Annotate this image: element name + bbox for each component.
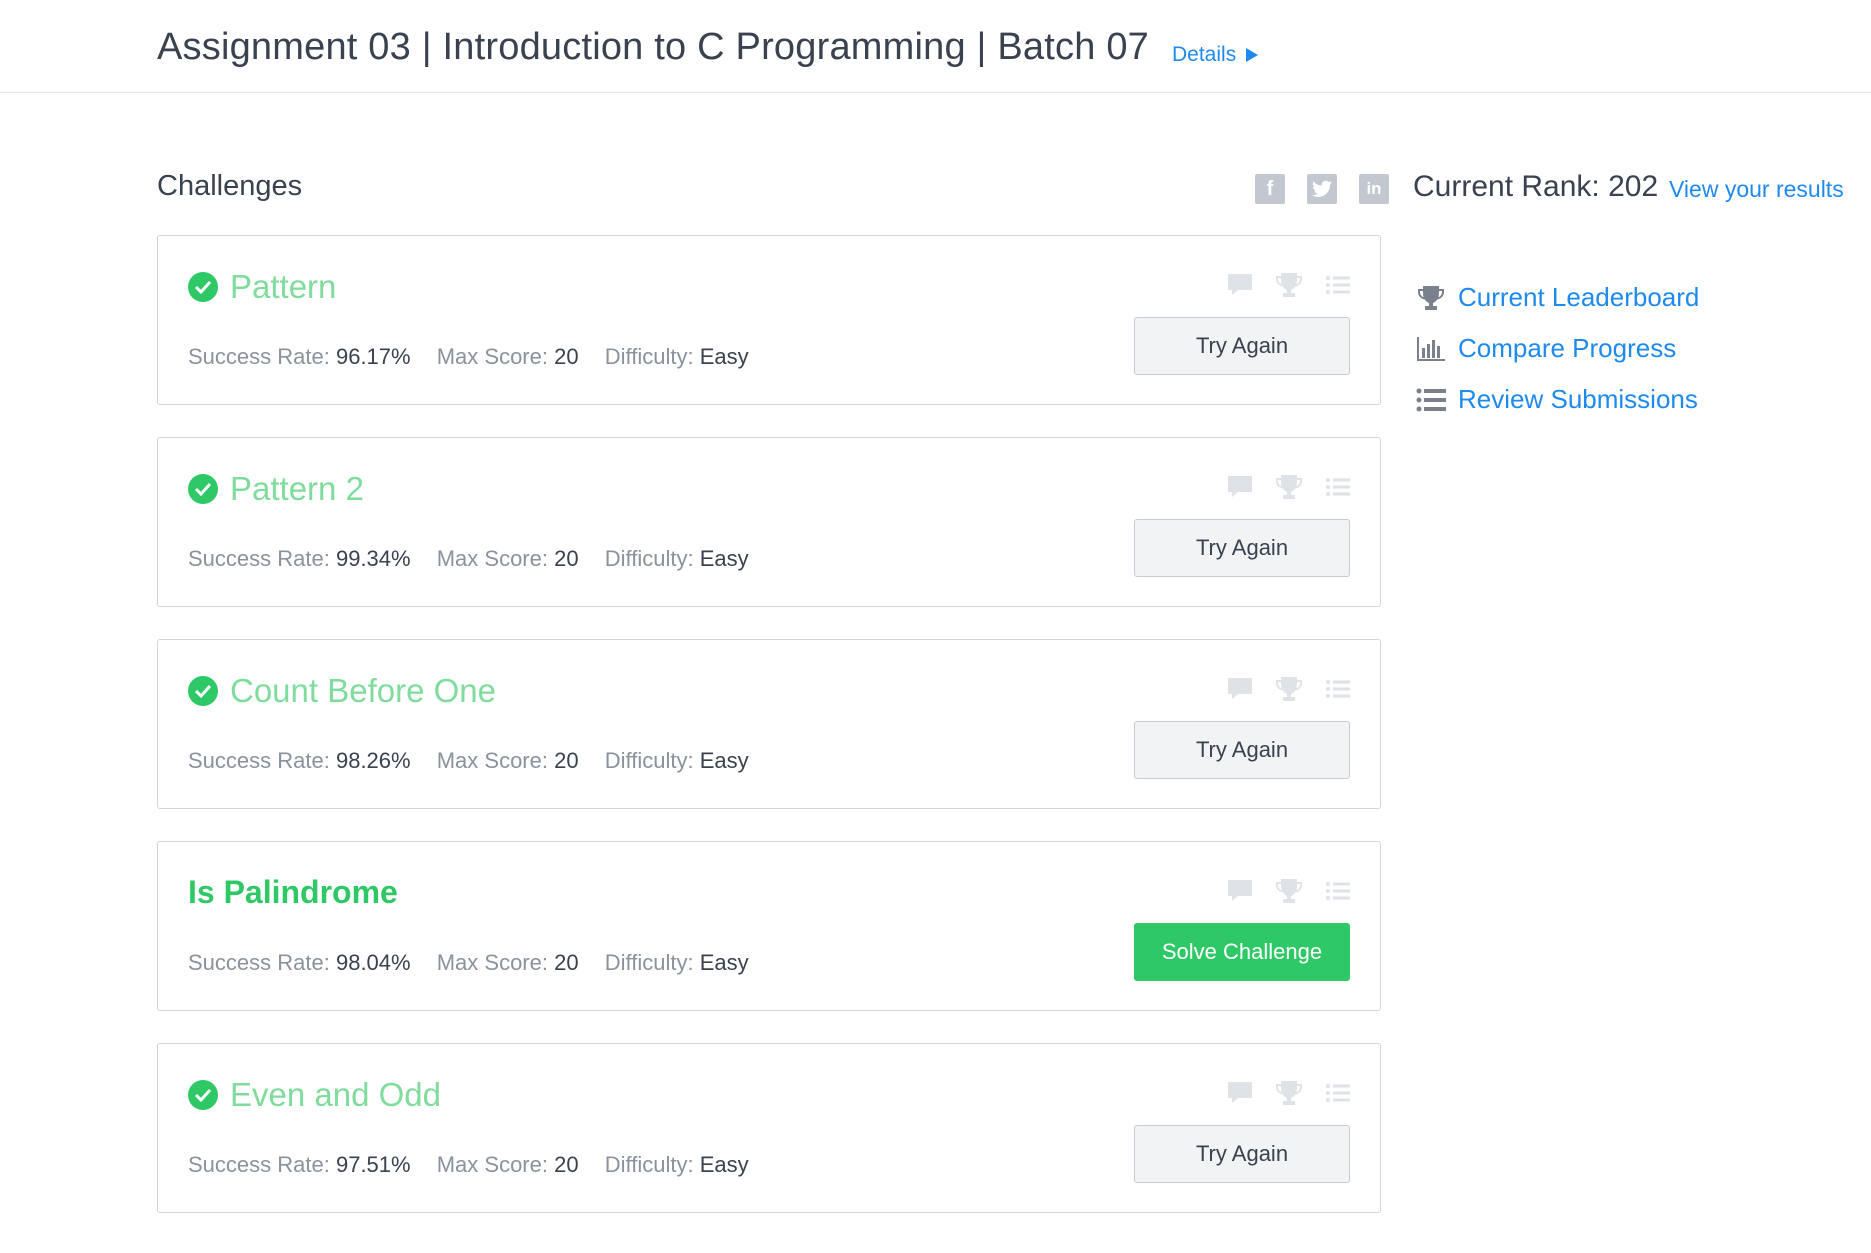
max-score-label: Max Score: bbox=[436, 950, 548, 975]
submissions-list-icon[interactable] bbox=[1323, 472, 1352, 501]
current-leaderboard-link[interactable]: Current Leaderboard bbox=[1416, 272, 1699, 323]
challenge-meta: Success Rate: 98.26% Max Score: 20 Diffi… bbox=[188, 748, 769, 774]
success-rate-label: Success Rate: bbox=[188, 950, 330, 975]
difficulty-label: Difficulty: bbox=[604, 546, 694, 571]
difficulty-value: Easy bbox=[699, 546, 749, 571]
trophy-icon[interactable] bbox=[1274, 270, 1303, 299]
submissions-list-icon[interactable] bbox=[1323, 876, 1352, 905]
challenge-list: Pattern Success Rate: 96.17% Max Score: … bbox=[157, 235, 1383, 1245]
try-again-button[interactable]: Try Again bbox=[1134, 1125, 1350, 1183]
success-rate-value: 99.34% bbox=[335, 546, 411, 571]
challenge-card: Is Palindrome Success Rate: 98.04% Max S… bbox=[157, 841, 1381, 1011]
sidebar-links: Current Leaderboard Compare Progress Rev… bbox=[1416, 272, 1699, 425]
challenge-meta: Success Rate: 97.51% Max Score: 20 Diffi… bbox=[188, 1152, 769, 1178]
challenge-meta: Success Rate: 98.04% Max Score: 20 Diffi… bbox=[188, 950, 769, 976]
social-share-buttons: f in bbox=[1255, 174, 1389, 204]
success-rate-label: Success Rate: bbox=[188, 1152, 330, 1177]
difficulty-label: Difficulty: bbox=[604, 344, 694, 369]
submissions-list-icon[interactable] bbox=[1323, 1078, 1352, 1107]
max-score-value: 20 bbox=[554, 344, 579, 369]
challenge-title[interactable]: Even and Odd bbox=[230, 1076, 441, 1114]
current-leaderboard-label: Current Leaderboard bbox=[1458, 282, 1700, 312]
facebook-icon[interactable]: f bbox=[1255, 174, 1285, 204]
max-score-label: Max Score: bbox=[436, 546, 548, 571]
solve-challenge-button[interactable]: Solve Challenge bbox=[1134, 923, 1350, 981]
compare-progress-link[interactable]: Compare Progress bbox=[1416, 323, 1699, 374]
challenge-meta: Success Rate: 99.34% Max Score: 20 Diffi… bbox=[188, 546, 769, 572]
max-score-label: Max Score: bbox=[436, 748, 548, 773]
discussion-icon[interactable] bbox=[1225, 472, 1254, 501]
details-label: Details bbox=[1172, 43, 1237, 66]
view-results-link[interactable]: View your results bbox=[1669, 176, 1844, 203]
success-rate-value: 97.51% bbox=[335, 1152, 411, 1177]
current-rank: Current Rank: 202 bbox=[1413, 170, 1659, 203]
max-score-value: 20 bbox=[554, 546, 579, 571]
challenge-title[interactable]: Count Before One bbox=[230, 672, 496, 710]
success-rate-value: 98.26% bbox=[335, 748, 411, 773]
review-submissions-link[interactable]: Review Submissions bbox=[1416, 374, 1699, 425]
max-score-value: 20 bbox=[554, 1152, 579, 1177]
solved-check-icon bbox=[188, 676, 218, 706]
discussion-icon[interactable] bbox=[1225, 876, 1254, 905]
try-again-button[interactable]: Try Again bbox=[1134, 721, 1350, 779]
difficulty-value: Easy bbox=[699, 748, 749, 773]
trophy-icon[interactable] bbox=[1274, 674, 1303, 703]
discussion-icon[interactable] bbox=[1225, 270, 1254, 299]
try-again-button[interactable]: Try Again bbox=[1134, 519, 1350, 577]
challenge-card: Pattern Success Rate: 96.17% Max Score: … bbox=[157, 235, 1381, 405]
solved-check-icon bbox=[188, 1080, 218, 1110]
discussion-icon[interactable] bbox=[1225, 1078, 1254, 1107]
solved-check-icon bbox=[188, 474, 218, 504]
success-rate-label: Success Rate: bbox=[188, 344, 330, 369]
challenge-card: Pattern 2 Success Rate: 99.34% Max Score… bbox=[157, 437, 1381, 607]
page-title: Assignment 03 | Introduction to C Progra… bbox=[157, 26, 1149, 68]
challenge-title[interactable]: Pattern bbox=[230, 268, 336, 306]
page-header: Assignment 03 | Introduction to C Progra… bbox=[0, 6, 1871, 93]
trophy-icon[interactable] bbox=[1274, 876, 1303, 905]
challenges-heading: Challenges bbox=[157, 170, 303, 202]
challenge-title[interactable]: Is Palindrome bbox=[188, 874, 398, 911]
trophy-icon[interactable] bbox=[1274, 472, 1303, 501]
trophy-icon bbox=[1416, 283, 1446, 313]
max-score-value: 20 bbox=[554, 748, 579, 773]
discussion-icon[interactable] bbox=[1225, 674, 1254, 703]
solved-check-icon bbox=[188, 272, 218, 302]
challenge-title[interactable]: Pattern 2 bbox=[230, 470, 364, 508]
difficulty-label: Difficulty: bbox=[604, 748, 694, 773]
play-arrow-icon bbox=[1246, 48, 1259, 62]
max-score-label: Max Score: bbox=[436, 1152, 548, 1177]
max-score-label: Max Score: bbox=[436, 344, 548, 369]
submissions-list-icon[interactable] bbox=[1323, 270, 1352, 299]
max-score-value: 20 bbox=[554, 950, 579, 975]
challenge-meta: Success Rate: 96.17% Max Score: 20 Diffi… bbox=[188, 344, 769, 370]
details-link[interactable]: Details bbox=[1172, 43, 1259, 67]
challenge-card: Even and Odd Success Rate: 97.51% Max Sc… bbox=[157, 1043, 1381, 1213]
difficulty-label: Difficulty: bbox=[604, 950, 694, 975]
bar-chart-icon bbox=[1416, 334, 1446, 364]
success-rate-value: 96.17% bbox=[335, 344, 411, 369]
difficulty-label: Difficulty: bbox=[604, 1152, 694, 1177]
challenge-card: Count Before One Success Rate: 98.26% Ma… bbox=[157, 639, 1381, 809]
success-rate-label: Success Rate: bbox=[188, 546, 330, 571]
twitter-icon[interactable] bbox=[1307, 174, 1337, 204]
submissions-list-icon[interactable] bbox=[1323, 674, 1352, 703]
difficulty-value: Easy bbox=[699, 950, 749, 975]
difficulty-value: Easy bbox=[699, 1152, 749, 1177]
review-submissions-label: Review Submissions bbox=[1458, 384, 1698, 414]
list-icon bbox=[1416, 385, 1446, 415]
difficulty-value: Easy bbox=[699, 344, 749, 369]
trophy-icon[interactable] bbox=[1274, 1078, 1303, 1107]
try-again-button[interactable]: Try Again bbox=[1134, 317, 1350, 375]
linkedin-icon[interactable]: in bbox=[1359, 174, 1389, 204]
success-rate-value: 98.04% bbox=[335, 950, 411, 975]
compare-progress-label: Compare Progress bbox=[1458, 333, 1677, 363]
success-rate-label: Success Rate: bbox=[188, 748, 330, 773]
